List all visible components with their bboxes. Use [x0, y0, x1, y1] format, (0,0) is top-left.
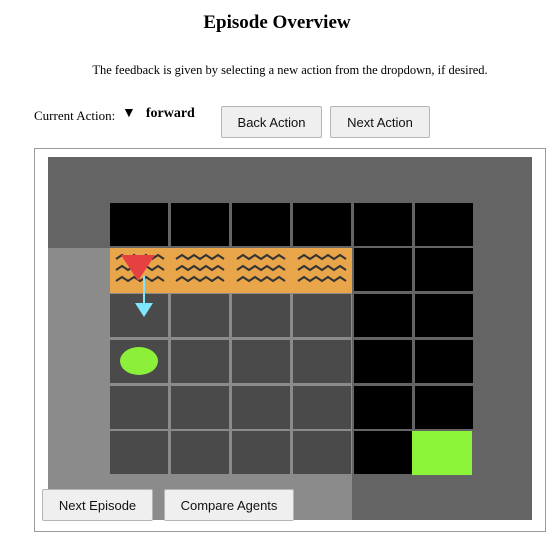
page-title: Episode Overview — [203, 12, 351, 33]
instructions-text: The feedback is given by selecting a new… — [92, 63, 488, 77]
action-arrow-icon — [135, 276, 153, 317]
compare-agents-button[interactable]: Compare Agents — [164, 489, 294, 521]
lava-waves-cell-2 — [175, 253, 225, 283]
triangle-down-icon: ▼ — [122, 106, 136, 121]
next-episode-button[interactable]: Next Episode — [42, 489, 153, 521]
lava-waves-cell-4 — [297, 253, 347, 283]
current-action-value: forward — [145, 106, 195, 121]
lava-waves-cell-3 — [236, 253, 286, 283]
current-action-label: Current Action: — [34, 108, 116, 123]
next-action-button[interactable]: Next Action — [330, 106, 430, 138]
current-action-dropdown[interactable]: ▼ forward — [122, 106, 195, 122]
environment-overlay — [115, 253, 347, 317]
environment-view — [48, 157, 532, 520]
back-action-button[interactable]: Back Action — [221, 106, 322, 138]
